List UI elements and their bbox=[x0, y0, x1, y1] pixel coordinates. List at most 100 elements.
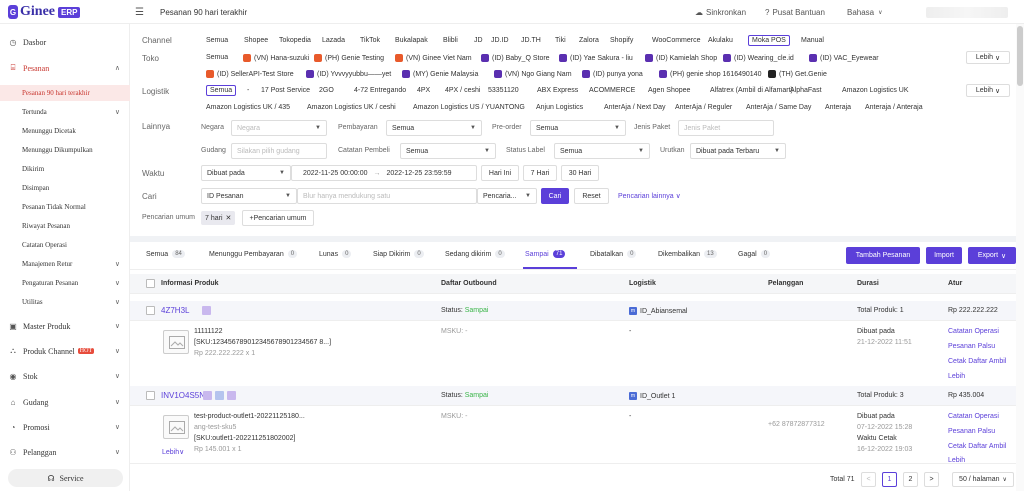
logistik-option-8[interactable]: ABX Express bbox=[537, 87, 578, 94]
tab-dikembalikan[interactable]: Dikembalikan 13 bbox=[658, 250, 717, 258]
sidebar-item-produk-channel[interactable]: ⛬ Produk Channel HOT ∨ bbox=[0, 343, 130, 359]
order-id-link[interactable]: INV1O4S5N bbox=[161, 391, 205, 400]
service-button[interactable]: ☊ Service bbox=[8, 469, 123, 487]
sidebar-item-pesanan[interactable]: ⌸ Pesanan ∧ bbox=[0, 60, 130, 76]
toko-option-2-5[interactable]: (PH) genie shop 1616490140 bbox=[659, 70, 761, 78]
30-days-button[interactable]: 30 Hari bbox=[561, 165, 599, 181]
toko-option-2-3[interactable]: (VN) Ngo Giang Nam bbox=[494, 70, 572, 78]
toko-option-2-4[interactable]: (ID) punya yona bbox=[582, 70, 643, 78]
help-center-button[interactable]: ? Pusat Bantuan bbox=[765, 8, 825, 17]
jenis-paket-input[interactable]: Jenis Paket bbox=[678, 120, 774, 136]
channel-option-9[interactable]: JD.TH bbox=[521, 37, 541, 44]
more-search-link[interactable]: Pencarian lainnya ∨ bbox=[618, 192, 681, 200]
logistik-option-2[interactable]: 17 Post Service bbox=[261, 87, 310, 94]
op-pesanan-palsu[interactable]: Pesanan Palsu bbox=[948, 343, 995, 350]
urutkan-select[interactable]: Dibuat pada Terbaru ▼ bbox=[690, 143, 786, 159]
toko-option-2-1[interactable]: (ID) Yvvvyyubbu——yet bbox=[306, 70, 391, 78]
sidebar-sub-menunggu-dicetak[interactable]: Menunggu Dicetak bbox=[0, 123, 130, 139]
tab-lunas[interactable]: Lunas 0 bbox=[319, 250, 352, 258]
scrollbar-thumb[interactable] bbox=[1017, 26, 1023, 86]
product-more-link[interactable]: Lebih∨ bbox=[162, 448, 184, 456]
logistik-option-11[interactable]: Alfatrex (Ambil di Alfamart) bbox=[710, 87, 793, 94]
sidebar-sub-disimpan[interactable]: Disimpan bbox=[0, 180, 130, 196]
status-label-select[interactable]: Semua ▼ bbox=[554, 143, 650, 159]
toko-more-button[interactable]: Lebih ∨ bbox=[966, 51, 1010, 64]
page-1-button[interactable]: 1 bbox=[882, 472, 897, 487]
search-mode-select[interactable]: Pencaria... ▼ bbox=[477, 188, 537, 204]
logistik-option-2-7[interactable]: Anteraja bbox=[825, 104, 851, 111]
7-days-button[interactable]: 7 Hari bbox=[523, 165, 557, 181]
gudang-select[interactable]: Silakan pilih gudang bbox=[231, 143, 327, 159]
hamburger-menu-icon[interactable]: ☰ bbox=[135, 7, 144, 18]
channel-option-14[interactable]: Akulaku bbox=[708, 37, 733, 44]
pembayaran-select[interactable]: Semua ▼ bbox=[386, 120, 482, 136]
op-cetak-daftar-ambil[interactable]: Cetak Daftar Ambil bbox=[948, 443, 1006, 450]
toko-option-7[interactable]: (ID) Wearing_cle.id bbox=[723, 54, 794, 62]
preorder-select[interactable]: Semua ▼ bbox=[530, 120, 626, 136]
saved-search-tag[interactable]: 7 hari ✕ bbox=[201, 211, 236, 225]
tab-sampai[interactable]: Sampai 71 bbox=[525, 250, 566, 258]
sidebar-sub-dikirim[interactable]: Dikirim bbox=[0, 161, 130, 177]
import-button[interactable]: Import bbox=[926, 247, 962, 264]
logistik-option-13[interactable]: Amazon Logistics UK bbox=[842, 87, 909, 94]
prev-page-button[interactable]: < bbox=[861, 472, 876, 487]
search-button[interactable]: Cari bbox=[541, 188, 569, 204]
toko-option-8[interactable]: (ID) VAC_Eyewear bbox=[809, 54, 879, 62]
catatan-pembeli-select[interactable]: Semua ▼ bbox=[400, 143, 496, 159]
logistik-option-10[interactable]: Agen Shopee bbox=[648, 87, 690, 94]
sidebar-item-gudang[interactable]: ⌂ Gudang ∨ bbox=[0, 394, 130, 410]
negara-select[interactable]: Negara ▼ bbox=[231, 120, 327, 136]
sidebar-sub-tertunda[interactable]: Tertunda ∨ bbox=[0, 104, 130, 120]
toko-option-6[interactable]: (ID) Kamielah Shop bbox=[645, 54, 717, 62]
logistik-option-4[interactable]: 4-72 Entregando bbox=[354, 87, 406, 94]
today-button[interactable]: Hari Ini bbox=[481, 165, 519, 181]
row-checkbox[interactable] bbox=[146, 391, 155, 400]
tab-dibatalkan[interactable]: Dibatalkan 0 bbox=[590, 250, 637, 258]
sidebar-item-pelanggan[interactable]: ⚇ Pelanggan ∨ bbox=[0, 444, 130, 460]
op-pesanan-palsu[interactable]: Pesanan Palsu bbox=[948, 428, 995, 435]
toko-option-3[interactable]: (VN) Ginee Viet Nam bbox=[395, 54, 472, 62]
row-checkbox[interactable] bbox=[146, 306, 155, 315]
toko-option-0[interactable]: Semua bbox=[206, 54, 228, 61]
sidebar-sub-riwayat-pesanan[interactable]: Riwayat Pesanan bbox=[0, 218, 130, 234]
sidebar-sub-pengaturan-pesanan[interactable]: Pengaturan Pesanan ∨ bbox=[0, 275, 130, 291]
toko-option-5[interactable]: (ID) Yae Sakura - liu bbox=[559, 54, 633, 62]
sync-button[interactable]: ☁ Sinkronkan bbox=[695, 8, 746, 17]
logistik-option-2-0[interactable]: Amazon Logistics UK / 435 bbox=[206, 104, 290, 111]
user-account[interactable] bbox=[926, 7, 1008, 18]
toko-option-2-0[interactable]: (ID) SellerAPI-Test Store bbox=[206, 70, 294, 78]
tab-sedang-dikirim[interactable]: Sedang dikirim 0 bbox=[445, 250, 505, 258]
sidebar-item-dasbor[interactable]: ◷ Dasbor bbox=[0, 34, 130, 50]
op-catatan-operasi[interactable]: Catatan Operasi bbox=[948, 328, 999, 335]
search-type-select[interactable]: ID Pesanan ▼ bbox=[201, 188, 297, 204]
logistik-option-0[interactable]: Semua bbox=[206, 85, 237, 96]
channel-option-3[interactable]: Lazada bbox=[322, 37, 345, 44]
channel-option-15[interactable]: Moka POS bbox=[748, 35, 790, 46]
channel-option-11[interactable]: Zalora bbox=[579, 37, 599, 44]
page-size-select[interactable]: 50 / halaman ∨ bbox=[952, 472, 1014, 487]
sidebar-sub-catatan-operasi[interactable]: Catatan Operasi bbox=[0, 237, 130, 253]
tab-siap-dikirim[interactable]: Siap Dikirim 0 bbox=[373, 250, 424, 258]
channel-option-13[interactable]: WooCommerce bbox=[652, 37, 701, 44]
sidebar-sub-pesanan-90-hari[interactable]: Pesanan 90 hari terakhir bbox=[0, 85, 130, 101]
order-id-link[interactable]: 4Z7H3L bbox=[161, 306, 189, 315]
select-all-checkbox[interactable] bbox=[146, 279, 155, 288]
logistik-option-2-5[interactable]: AnterAja / Reguler bbox=[675, 104, 732, 111]
channel-option-0[interactable]: Semua bbox=[206, 37, 228, 44]
channel-option-6[interactable]: Blibli bbox=[443, 37, 458, 44]
waktu-type-select[interactable]: Dibuat pada ▼ bbox=[201, 165, 291, 181]
op-catatan-operasi[interactable]: Catatan Operasi bbox=[948, 413, 999, 420]
channel-option-8[interactable]: JD.ID bbox=[491, 37, 509, 44]
search-input[interactable]: Blur hanya mendukung satu bbox=[297, 188, 477, 204]
logistik-option-3[interactable]: 2GO bbox=[319, 87, 334, 94]
channel-option-4[interactable]: TikTok bbox=[360, 37, 380, 44]
logistik-option-12[interactable]: AlphaFast bbox=[790, 87, 822, 94]
logistik-option-6[interactable]: 4PX / ceshi bbox=[445, 87, 480, 94]
language-select[interactable]: Bahasa ∨ bbox=[847, 8, 883, 17]
channel-option-16[interactable]: Manual bbox=[801, 37, 824, 44]
op-cetak-daftar-ambil[interactable]: Cetak Daftar Ambil bbox=[948, 358, 1006, 365]
toko-option-1[interactable]: (VN) Hana-suzuki bbox=[243, 54, 309, 62]
tab-gagal[interactable]: Gagal 0 bbox=[738, 250, 771, 258]
logistik-option-2-3[interactable]: Anjun Logistics bbox=[536, 104, 583, 111]
channel-option-1[interactable]: Shopee bbox=[244, 37, 268, 44]
